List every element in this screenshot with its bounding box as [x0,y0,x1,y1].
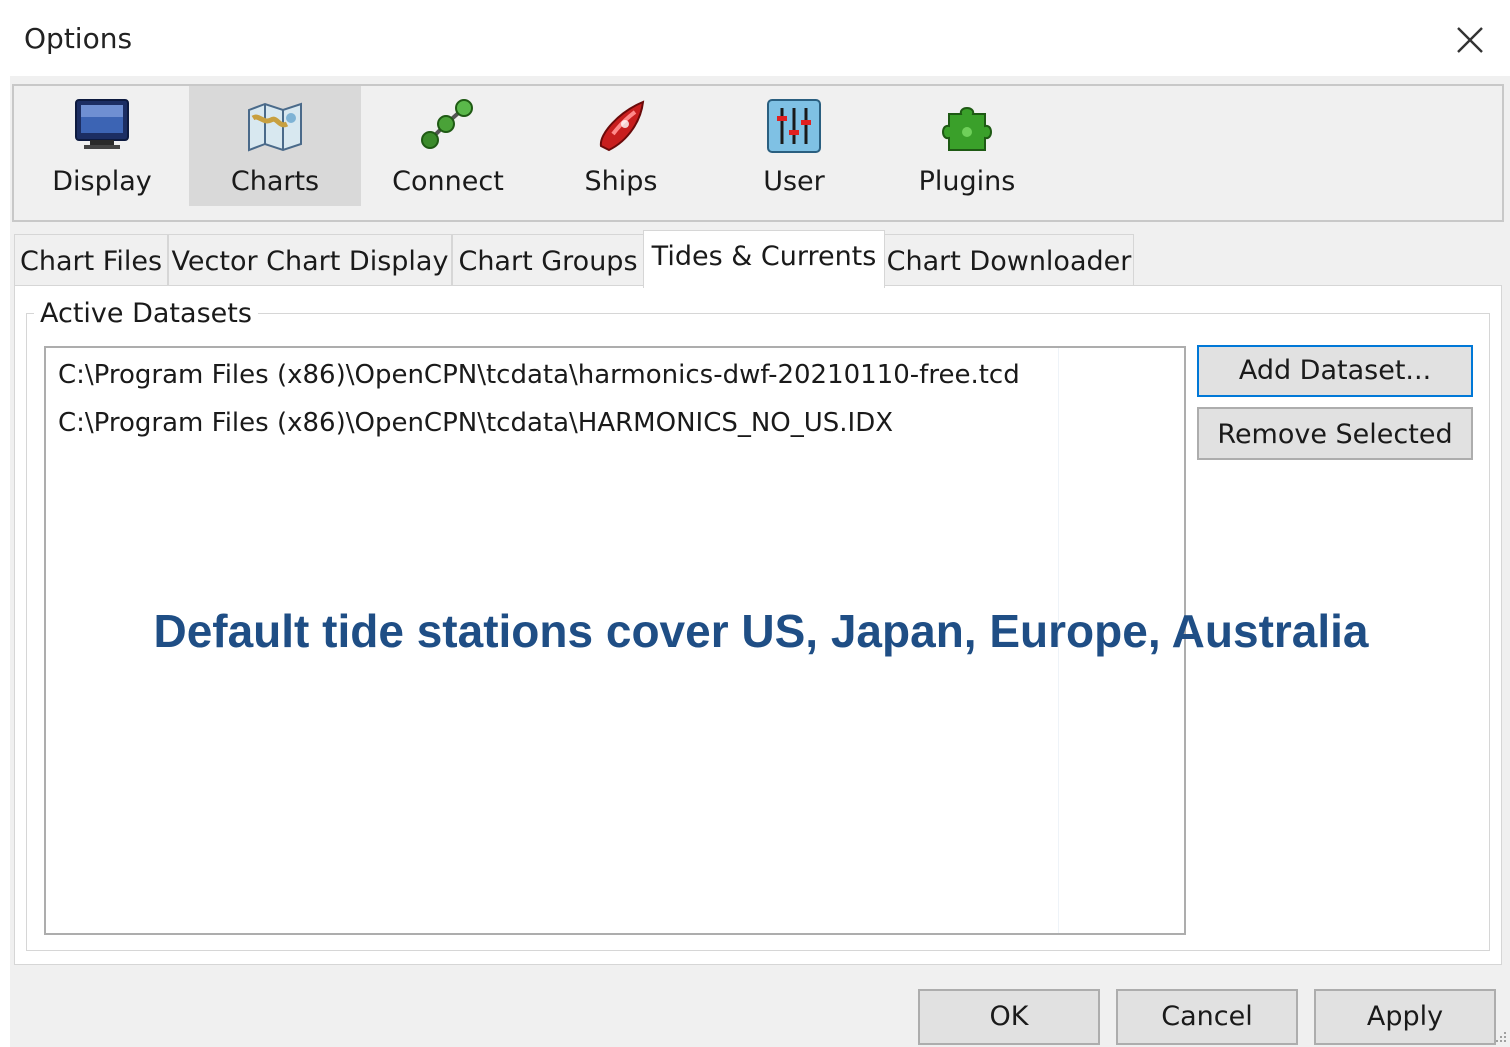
toolbar-display-label: Display [52,166,152,197]
window-title: Options [24,22,133,55]
list-item[interactable]: C:\Program Files (x86)\OpenCPN\tcdata\ha… [58,360,1020,390]
ok-button[interactable]: OK [918,989,1100,1045]
monitor-icon [75,99,129,149]
connect-nodes-icon [421,99,473,149]
toolbar-ships-button[interactable]: Ships [535,86,707,206]
tab-chart-downloader[interactable]: Chart Downloader [884,234,1134,286]
toolbar-connect-button[interactable]: Connect [362,86,534,206]
toolbar-user-label: User [763,166,825,197]
toolbar-display-button[interactable]: Display [16,86,188,206]
chart-map-icon [248,102,302,152]
remove-selected-button[interactable]: Remove Selected [1197,407,1473,460]
tab-chart-files[interactable]: Chart Files [14,234,168,286]
toolbar-charts-label: Charts [230,166,320,197]
toolbar-plugins-button[interactable]: Plugins [881,86,1053,206]
close-icon[interactable] [1448,18,1492,62]
list-item[interactable]: C:\Program Files (x86)\OpenCPN\tcdata\HA… [58,408,893,438]
toolbar-charts-button[interactable]: Charts [189,86,361,206]
resize-grip-icon[interactable] [1496,1030,1508,1044]
add-dataset-button[interactable]: Add Dataset... [1197,345,1473,397]
tab-chart-groups[interactable]: Chart Groups [452,234,644,286]
title-bar: Options [0,0,1510,76]
user-sliders-icon [767,99,821,153]
tab-vector-chart-display[interactable]: Vector Chart Display [168,234,452,286]
puzzle-piece-icon [942,107,992,151]
cancel-button[interactable]: Cancel [1116,989,1298,1045]
active-datasets-label: Active Datasets [34,298,258,329]
toolbar-plugins-label: Plugins [918,166,1016,197]
toolbar-user-button[interactable]: User [708,86,880,206]
ship-icon [599,100,645,152]
toolbar-ships-label: Ships [584,166,658,197]
apply-button[interactable]: Apply [1314,989,1496,1045]
toolbar-connect-label: Connect [392,166,504,197]
options-toolbar: Display Charts Connect Ships User Plugin… [12,84,1504,222]
overlay-caption: Default tide stations cover US, Japan, E… [153,605,1369,657]
tab-tides-currents[interactable]: Tides & Currents [643,230,885,288]
